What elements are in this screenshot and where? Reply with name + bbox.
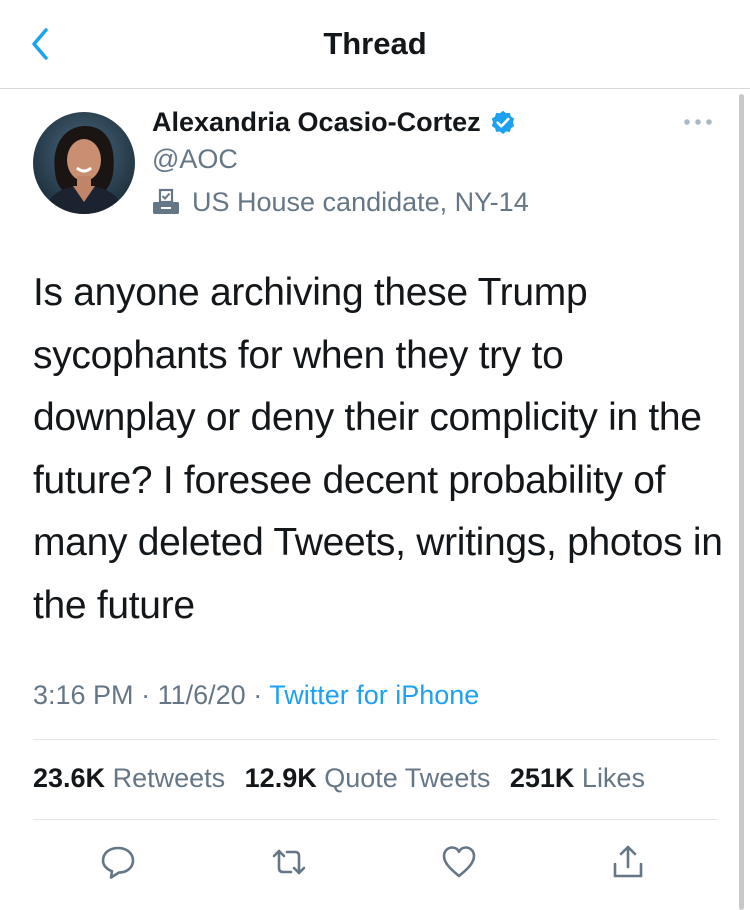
tweet-meta: 3:16 PM · 11/6/20 · Twitter for iPhone <box>33 680 479 711</box>
author-row: Alexandria Ocasio-Cortez <box>152 107 517 138</box>
likes-stat[interactable]: 251K Likes <box>510 763 645 793</box>
page-title: Thread <box>323 26 427 61</box>
divider <box>33 739 718 740</box>
retweets-stat[interactable]: 23.6K Retweets <box>33 763 225 793</box>
tweet-source-link[interactable]: Twitter for iPhone <box>269 680 479 710</box>
meta-separator: · <box>253 680 263 710</box>
reply-icon[interactable] <box>98 842 138 882</box>
meta-separator: · <box>141 680 151 710</box>
avatar[interactable] <box>33 112 135 214</box>
likes-label: Likes <box>581 763 645 793</box>
more-options-icon[interactable] <box>680 115 716 129</box>
divider <box>33 819 718 820</box>
tweet-time: 3:16 PM <box>33 680 134 710</box>
quote-tweets-stat[interactable]: 12.9K Quote Tweets <box>245 763 491 793</box>
author-name[interactable]: Alexandria Ocasio-Cortez <box>152 107 481 138</box>
tweet-date: 11/6/20 <box>157 680 246 710</box>
tweet-stats: 23.6K Retweets 12.9K Quote Tweets 251K L… <box>33 763 657 794</box>
author-handle[interactable]: @AOC <box>152 144 238 175</box>
verified-badge-icon <box>491 110 514 134</box>
tweet-text: Is anyone archiving these Trump sycophan… <box>33 271 723 627</box>
share-icon[interactable] <box>608 842 648 882</box>
quotes-label: Quote Tweets <box>324 763 491 793</box>
scrollbar[interactable] <box>739 94 744 910</box>
quotes-count: 12.9K <box>244 763 317 793</box>
candidate-label-text: US House candidate, NY-14 <box>192 186 529 217</box>
retweets-label: Retweets <box>112 763 226 793</box>
retweet-icon[interactable] <box>269 842 309 882</box>
retweets-count: 23.6K <box>33 763 106 793</box>
ballot-box-icon <box>153 188 179 214</box>
likes-count: 251K <box>509 763 575 793</box>
candidate-label: US House candidate, NY-14 <box>150 186 529 218</box>
like-icon[interactable] <box>439 842 479 882</box>
nav-bar: Thread <box>0 0 750 89</box>
